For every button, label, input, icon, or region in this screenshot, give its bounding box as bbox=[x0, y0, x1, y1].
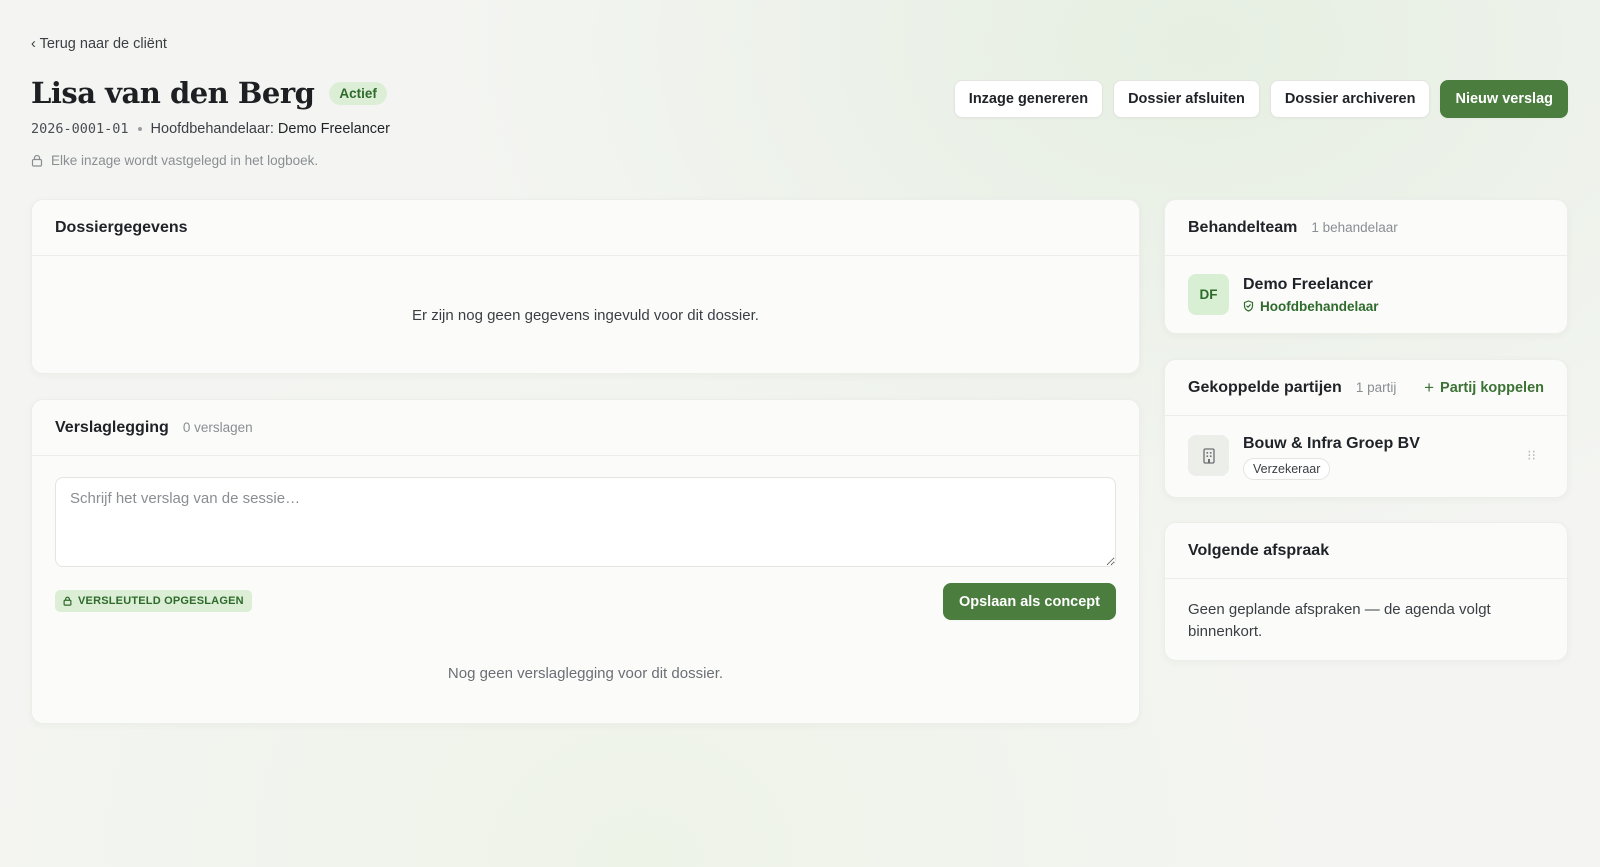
appointment-card: Volgende afspraak Geen geplande afsprake… bbox=[1164, 522, 1568, 661]
parties-count: 1 partij bbox=[1355, 380, 1397, 395]
dossier-card-title: Dossiergegevens bbox=[55, 218, 188, 236]
title-row: Lisa van den Berg Actief bbox=[31, 76, 387, 110]
dossier-card-header: Dossiergegevens bbox=[32, 200, 1139, 256]
party-type-badge: Verzekeraar bbox=[1243, 458, 1331, 480]
dossier-card: Dossiergegevens Er zijn nog geen gegeven… bbox=[31, 199, 1140, 374]
report-card-header: Verslaglegging 0 verslagen bbox=[32, 400, 1139, 456]
drag-handle-icon[interactable]: ⁝⁝ bbox=[1527, 447, 1536, 464]
dossier-empty-text: Er zijn nog geen gegevens ingevuld voor … bbox=[412, 307, 759, 324]
building-icon bbox=[1188, 435, 1229, 476]
appointment-card-header: Volgende afspraak bbox=[1165, 523, 1567, 579]
parties-card-title: Gekoppelde partijen bbox=[1188, 378, 1342, 396]
member-role-label: Hoofdbehandelaar bbox=[1260, 298, 1379, 314]
log-notice: Elke inzage wordt vastgelegd in het logb… bbox=[31, 153, 318, 168]
team-member[interactable]: DF Demo Freelancer Hoofdbehandelaar bbox=[1188, 274, 1379, 315]
encrypted-badge-label: VERSLEUTELD OPGESLAGEN bbox=[78, 595, 244, 607]
archive-file-button[interactable]: Dossier archiveren bbox=[1269, 80, 1431, 118]
header-actions: Inzage genereren Dossier afsluiten Dossi… bbox=[953, 80, 1568, 118]
member-role: Hoofdbehandelaar bbox=[1243, 299, 1379, 314]
appointment-card-title: Volgende afspraak bbox=[1188, 541, 1330, 559]
lead-value: Demo Freelancer bbox=[277, 121, 390, 137]
team-card-header: Behandelteam 1 behandelaar bbox=[1165, 200, 1567, 256]
member-name: Demo Freelancer bbox=[1243, 275, 1373, 293]
link-party-button[interactable]: + Partij koppelen bbox=[1424, 378, 1544, 398]
lead-label: Hoofdbehandelaar: bbox=[150, 121, 274, 137]
party-info: Bouw & Infra Groep BV Verzekeraar bbox=[1243, 435, 1420, 480]
party-name: Bouw & Infra Groep BV bbox=[1243, 435, 1420, 452]
status-badge: Actief bbox=[329, 81, 387, 105]
lock-icon bbox=[63, 596, 72, 606]
report-empty-text: Nog geen verslaglegging voor dit dossier… bbox=[447, 665, 724, 682]
log-notice-text: Elke inzage wordt vastgelegd in het logb… bbox=[51, 153, 319, 168]
new-report-button[interactable]: Nieuw verslag bbox=[1440, 80, 1568, 118]
appointment-text: Geen geplande afspraken — de agenda volg… bbox=[1188, 601, 1491, 640]
plus-icon: + bbox=[1424, 377, 1435, 397]
encrypted-badge: VERSLEUTELD OPGESLAGEN bbox=[55, 590, 252, 612]
team-card-title: Behandelteam bbox=[1188, 218, 1298, 236]
party-item[interactable]: Bouw & Infra Groep BV Verzekeraar ⁝⁝ bbox=[1188, 435, 1546, 480]
lock-icon bbox=[31, 154, 43, 167]
file-meta: 2026-0001-01 Hoofdbehandelaar: Demo Free… bbox=[31, 121, 390, 137]
team-card: Behandelteam 1 behandelaar DF Demo Freel… bbox=[1164, 199, 1568, 334]
shield-icon bbox=[1243, 300, 1254, 312]
team-count: 1 behandelaar bbox=[1311, 220, 1398, 235]
report-textarea[interactable] bbox=[55, 477, 1116, 567]
page-title: Lisa van den Berg bbox=[31, 76, 315, 110]
report-count: 0 verslagen bbox=[182, 420, 253, 435]
member-info: Demo Freelancer Hoofdbehandelaar bbox=[1243, 276, 1379, 314]
parties-card-header: Gekoppelde partijen 1 partij + Partij ko… bbox=[1165, 360, 1567, 416]
close-file-button[interactable]: Dossier afsluiten bbox=[1113, 80, 1260, 118]
avatar: DF bbox=[1188, 274, 1229, 315]
link-party-label: Partij koppelen bbox=[1440, 379, 1544, 396]
file-number: 2026-0001-01 bbox=[31, 121, 129, 137]
save-concept-button[interactable]: Opslaan als concept bbox=[942, 583, 1116, 620]
parties-card: Gekoppelde partijen 1 partij + Partij ko… bbox=[1164, 359, 1568, 498]
report-card: Verslaglegging 0 verslagen VERSLEUTELD O… bbox=[31, 399, 1140, 724]
back-to-client-link[interactable]: ‹ Terug naar de cliënt bbox=[31, 36, 167, 52]
report-card-title: Verslaglegging bbox=[55, 418, 169, 436]
separator-dot bbox=[137, 127, 142, 131]
generate-access-button[interactable]: Inzage genereren bbox=[953, 80, 1104, 118]
